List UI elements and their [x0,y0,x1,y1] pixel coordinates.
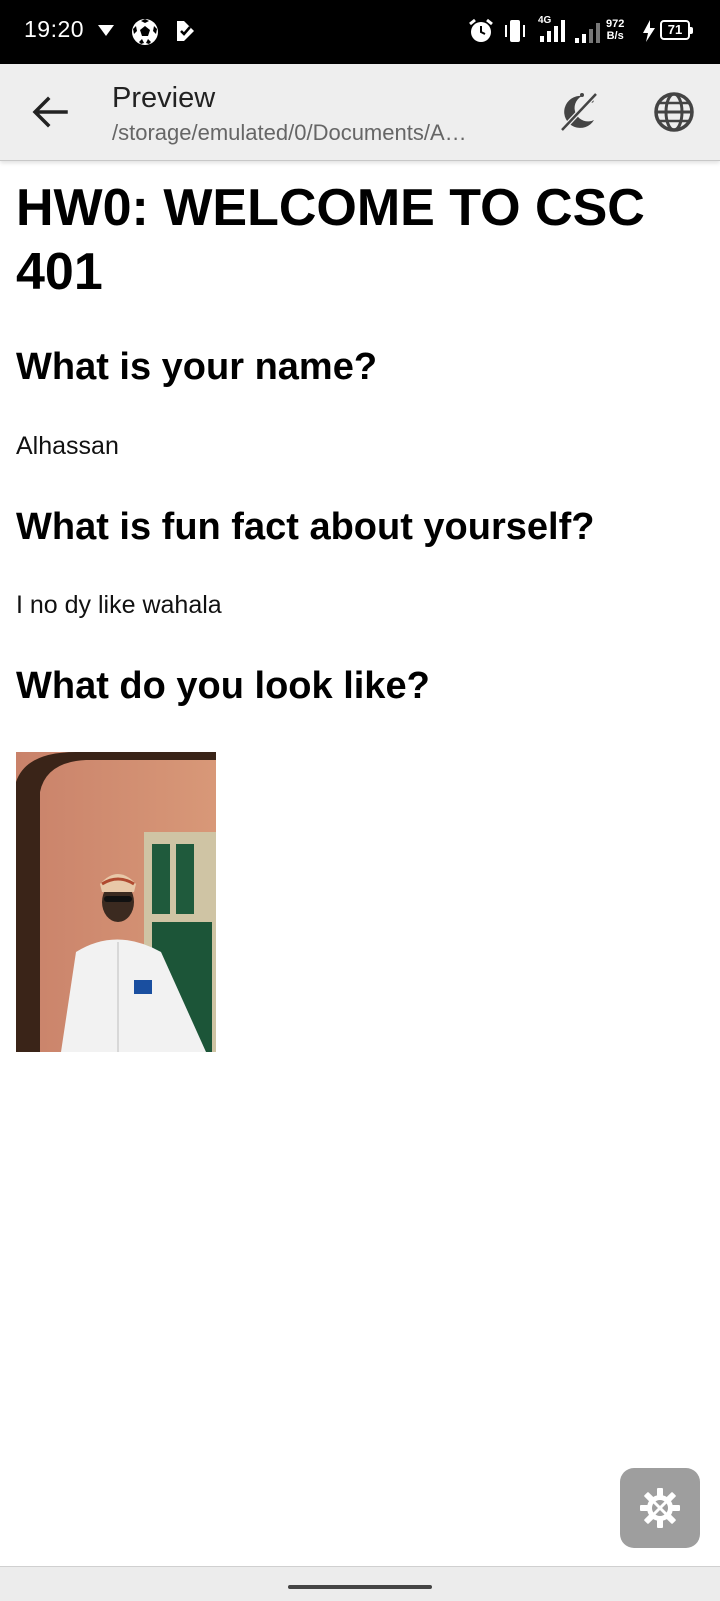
open-in-browser-button[interactable] [648,86,700,138]
document-title: HW0: WELCOME TO CSC 401 [16,179,645,301]
markdown-preview: HW0: WELCOME TO CSC 401 What is your nam… [16,160,706,1052]
status-time: 19:20 [24,16,85,42]
vibrate-icon [502,18,528,49]
network-speed: 972 B/s [606,18,624,42]
app-bar: Preview /storage/emulated/0/Documents/A… [0,64,720,161]
night-mode-button[interactable] [552,86,604,138]
answer-name: Alhassan [16,432,119,460]
signal-icon: 4G [538,14,570,49]
network-type-label: 4G [538,15,552,26]
app-notification-icon [174,19,198,48]
answer-fun-fact: I no dy like wahala [16,591,222,619]
question-fun-fact-heading: What is fun fact about yourself? [16,506,595,548]
app-bar-title: Preview [112,82,216,114]
settings-icon [640,1488,680,1528]
globe-icon [654,92,694,132]
home-gesture-handle[interactable] [288,1585,432,1589]
charging-icon [642,20,656,47]
signal-weak-icon [574,20,602,49]
profile-photo [16,752,216,1052]
battery-icon: 71 [660,20,693,40]
back-arrow-icon [32,96,68,128]
question-name-heading: What is your name? [16,346,378,388]
network-speed-value: 972 [606,18,625,30]
night-mode-icon [560,92,598,132]
back-button[interactable] [26,88,74,136]
question-appearance-heading: What do you look like? [16,665,430,707]
file-path: /storage/emulated/0/Documents/A… [112,120,467,145]
settings-fab-button[interactable] [620,1468,700,1548]
alarm-icon [468,18,494,49]
status-bar: 19:20 4G 972 B/s 71 [0,0,720,64]
football-icon [130,17,160,52]
navigation-bar [0,1566,720,1601]
notification-dropdown-icon [98,24,114,42]
network-speed-unit: B/s [606,30,624,42]
